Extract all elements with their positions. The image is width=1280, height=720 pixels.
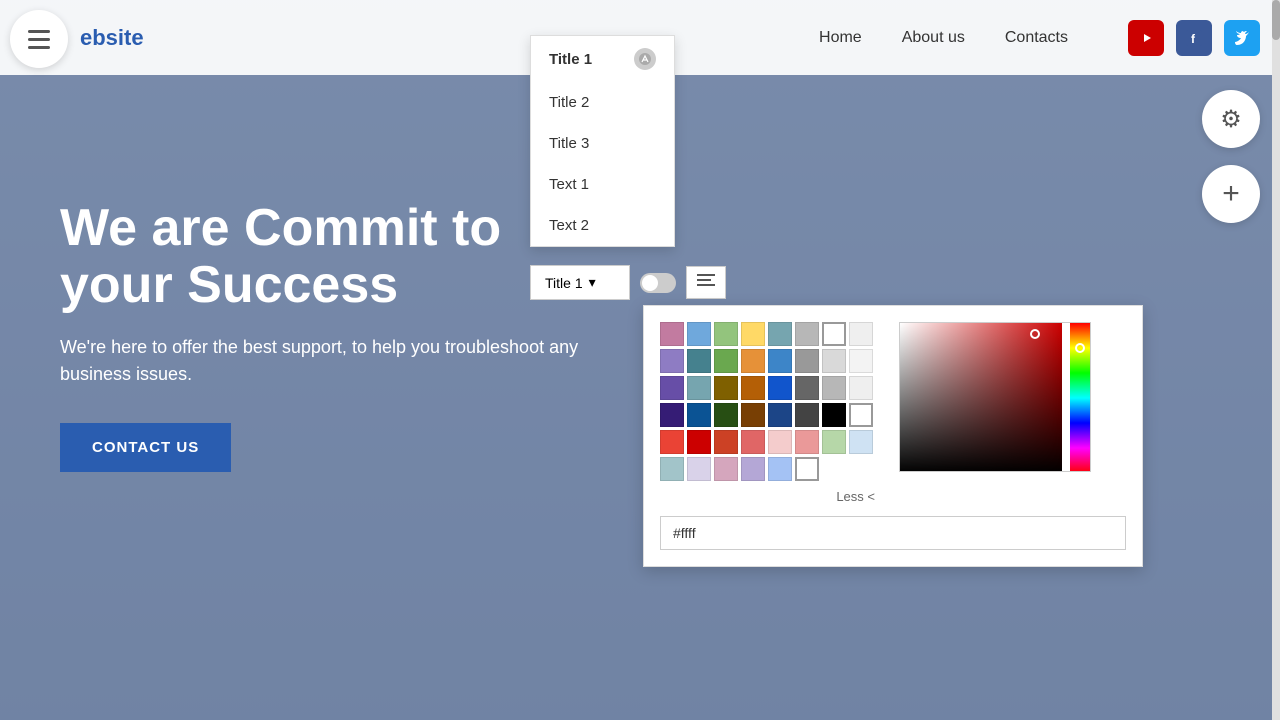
color-swatch[interactable] [741,349,765,373]
color-swatch[interactable] [660,430,684,454]
hex-color-input[interactable] [660,516,1126,550]
gear-button[interactable]: ⚙ [1202,90,1260,148]
nav-about[interactable]: About us [902,29,965,47]
title1-icon [634,48,656,70]
color-swatch[interactable] [768,322,792,346]
color-swatch[interactable] [768,430,792,454]
color-swatch[interactable] [768,376,792,400]
color-swatch[interactable] [660,349,684,373]
color-swatch[interactable] [768,457,792,481]
color-swatch[interactable] [741,457,765,481]
color-swatch[interactable] [714,457,738,481]
less-button[interactable]: Less < [660,489,875,504]
nav-home[interactable]: Home [819,29,862,47]
gradient-canvas[interactable] [899,322,1091,472]
color-swatch[interactable] [714,349,738,373]
color-swatch[interactable] [849,430,873,454]
dropdown-arrow-icon: ▾ [589,274,596,291]
color-swatch[interactable] [660,457,684,481]
dropdown-item-text2[interactable]: Text 2 [531,205,674,246]
align-icon[interactable] [686,266,726,299]
color-swatch[interactable] [849,403,873,427]
color-swatch[interactable] [687,403,711,427]
dropdown-item-title2[interactable]: Title 2 [531,82,674,123]
site-logo: ebsite [80,25,144,51]
color-picker-dot [1030,329,1040,339]
youtube-icon[interactable] [1128,20,1164,56]
hex-input-section [660,504,1126,550]
color-swatch[interactable] [741,376,765,400]
color-swatch[interactable] [795,322,819,346]
color-swatch[interactable] [822,430,846,454]
swatch-section: Less < [660,322,875,504]
color-swatch[interactable] [768,403,792,427]
color-swatch[interactable] [660,403,684,427]
social-icons: f [1128,20,1260,56]
color-swatch[interactable] [687,430,711,454]
hero-title: We are Commit to your Success [60,200,610,314]
color-swatch[interactable] [660,376,684,400]
toggle-switch[interactable] [640,273,676,293]
color-swatch[interactable] [822,322,846,346]
gradient-picker-section [899,322,1099,504]
swatch-grid [660,322,875,481]
color-swatch[interactable] [849,322,873,346]
hero-content: We are Commit to your Success We're here… [60,200,610,472]
twitter-icon[interactable] [1224,20,1260,56]
add-button[interactable]: + [1202,165,1260,223]
dropdown-item-title3[interactable]: Title 3 [531,123,674,164]
color-swatch[interactable] [687,349,711,373]
hamburger-line-1 [28,30,50,33]
color-swatch[interactable] [714,376,738,400]
hamburger-line-2 [28,38,50,41]
color-swatch[interactable] [849,349,873,373]
color-swatch[interactable] [660,322,684,346]
facebook-icon[interactable]: f [1176,20,1212,56]
color-swatch[interactable] [714,322,738,346]
formatting-toolbar: Title 1 ▾ [530,265,726,300]
nav-contacts[interactable]: Contacts [1005,29,1068,47]
scrollbar[interactable] [1272,0,1280,720]
selected-style-label: Title 1 [545,275,583,291]
color-swatch[interactable] [714,430,738,454]
color-swatch[interactable] [687,376,711,400]
color-picker-panel: Less < [643,305,1143,567]
color-swatch[interactable] [849,376,873,400]
gear-icon: ⚙ [1220,105,1242,134]
main-nav: Home About us Contacts f [819,20,1260,56]
rainbow-indicator [1075,343,1085,353]
dropdown-item-text1[interactable]: Text 1 [531,164,674,205]
color-swatch[interactable] [741,322,765,346]
color-swatch[interactable] [795,457,819,481]
color-swatch[interactable] [795,430,819,454]
color-swatch[interactable] [687,322,711,346]
color-swatch[interactable] [795,376,819,400]
toggle-knob [642,275,658,291]
color-swatch[interactable] [687,457,711,481]
color-swatch[interactable] [741,403,765,427]
text-style-dropdown: Title 1 Title 2 Title 3 Text 1 Text 2 [530,35,675,247]
style-selector[interactable]: Title 1 ▾ [530,265,630,300]
color-swatch[interactable] [741,430,765,454]
color-swatch[interactable] [822,376,846,400]
scrollbar-thumb[interactable] [1272,0,1280,40]
dropdown-item-title1[interactable]: Title 1 [531,36,674,82]
hero-subtitle: We're here to offer the best support, to… [60,334,610,388]
color-swatch[interactable] [822,349,846,373]
color-swatch[interactable] [822,403,846,427]
gradient-dark-layer [900,323,1062,472]
color-swatch[interactable] [768,349,792,373]
color-swatch[interactable] [714,403,738,427]
hamburger-line-3 [28,46,50,49]
plus-icon: + [1222,179,1240,209]
hamburger-button[interactable] [10,10,68,68]
color-swatch[interactable] [795,403,819,427]
color-swatch[interactable] [795,349,819,373]
contact-us-button[interactable]: CONTACT US [60,423,231,472]
